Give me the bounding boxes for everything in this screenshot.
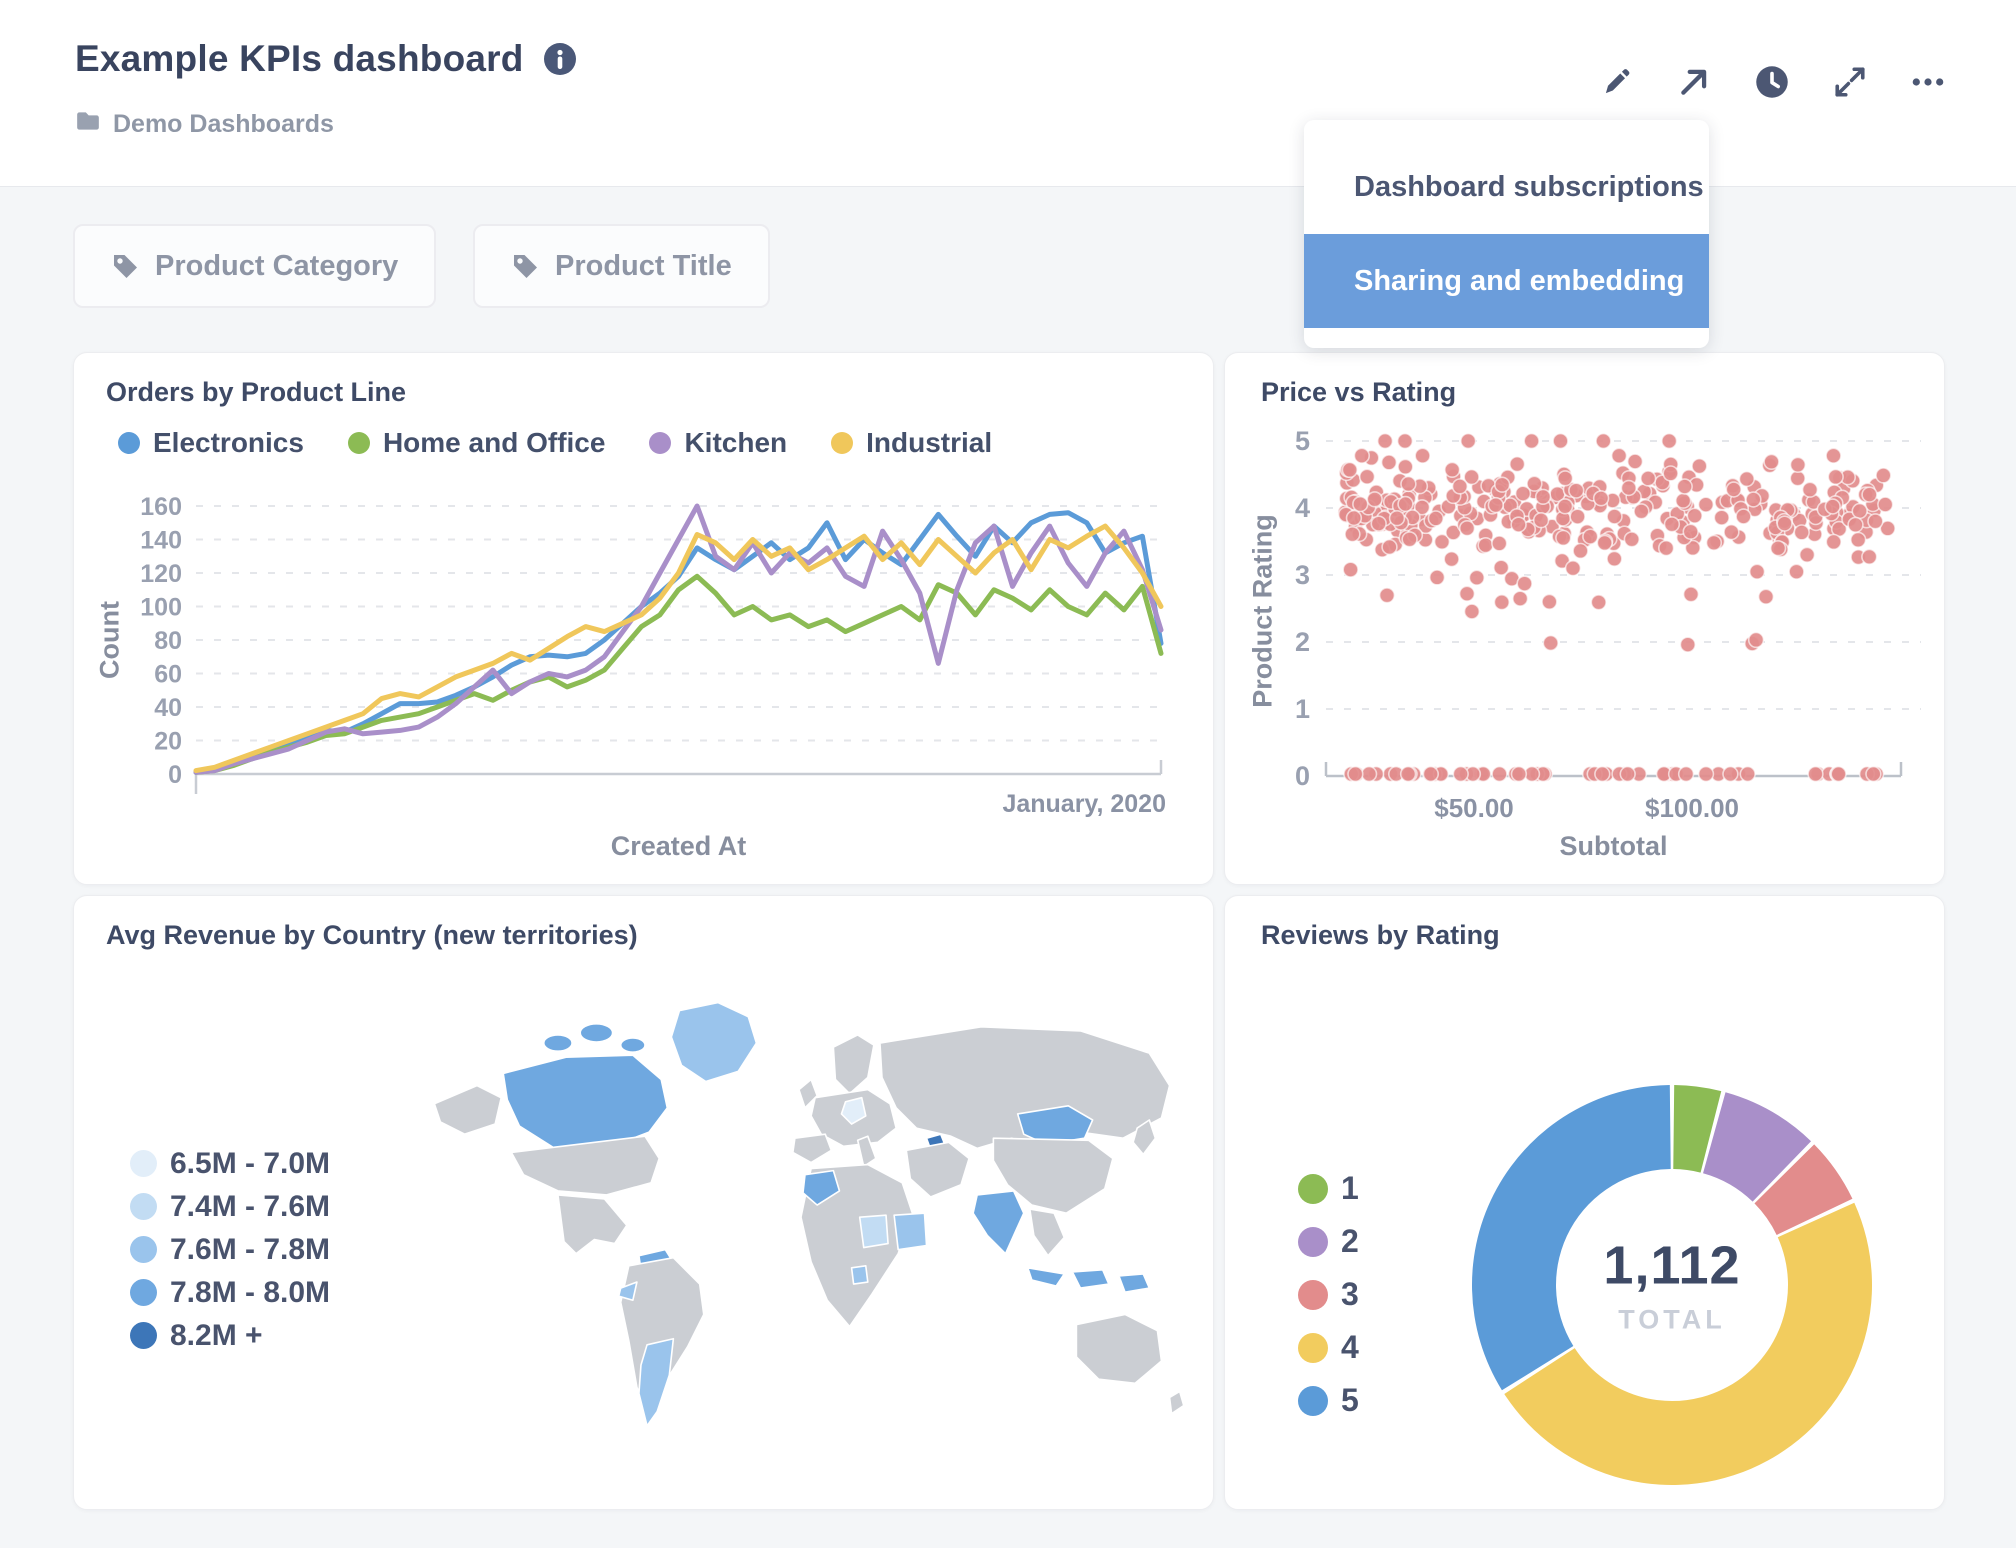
svg-text:80: 80 [154, 627, 182, 655]
bucket-dot [130, 1193, 157, 1220]
breadcrumb[interactable]: Demo Dashboards [75, 108, 334, 141]
pencil-icon [1605, 69, 1630, 94]
y-axis-title: Product Rating [1247, 514, 1278, 708]
share-button[interactable] [1676, 64, 1712, 100]
country-argentina[interactable] [638, 1337, 675, 1427]
country-new-zealand [1168, 1390, 1185, 1415]
filter-label: Product Category [155, 249, 399, 282]
menu-item-dashboard-subscriptions[interactable]: Dashboard subscriptions [1304, 140, 1709, 234]
legend-item-bucket-5[interactable]: 8.2M + [130, 1314, 330, 1357]
arctic-islands [619, 1037, 646, 1053]
card-reviews-by-rating: Reviews by Rating 1 2 3 4 5 1,112 TOTAL [1224, 895, 1945, 1510]
more-options-button[interactable] [1910, 64, 1946, 100]
reviews-donut-chart[interactable] [1225, 896, 1944, 1509]
card-orders-by-product-line: Orders by Product Line Electronics Home … [73, 352, 1214, 885]
filter-label: Product Title [555, 249, 732, 282]
country-australia [1075, 1313, 1163, 1385]
card-title[interactable]: Avg Revenue by Country (new territories) [106, 920, 638, 951]
price-rating-scatter-chart[interactable]: 0 1 2 3 4 5 [1225, 353, 1944, 884]
country-mexico [557, 1194, 628, 1255]
share-arrow-icon [1681, 69, 1707, 95]
x-axis-end-tick-label: January, 2020 [1002, 790, 1166, 818]
svg-text:20: 20 [154, 728, 182, 756]
app-header: Example KPIs dashboard Demo Dashboards [0, 0, 2016, 187]
svg-text:120: 120 [140, 560, 182, 588]
bucket-dot [130, 1322, 157, 1349]
header-actions [1598, 64, 1946, 100]
y-axis-title: Count [94, 601, 125, 679]
region-scandinavia [832, 1034, 875, 1095]
card-avg-revenue-by-country: Avg Revenue by Country (new territories)… [73, 895, 1214, 1510]
svg-text:60: 60 [154, 661, 182, 689]
country-papua-new-guinea[interactable] [1118, 1273, 1151, 1293]
clock-icon [1756, 66, 1788, 98]
x-tick-100: $100.00 [1645, 793, 1739, 823]
ellipsis-icon [1912, 78, 1944, 86]
legend-item-bucket-3[interactable]: 7.6M - 7.8M [130, 1228, 330, 1271]
svg-text:0: 0 [1295, 761, 1310, 791]
country-greenland[interactable] [670, 1001, 758, 1083]
svg-text:40: 40 [154, 694, 182, 722]
legend-item-bucket-2[interactable]: 7.4M - 7.6M [130, 1185, 330, 1228]
x-axis-title: Subtotal [1559, 831, 1668, 861]
country-indonesia[interactable] [1026, 1267, 1066, 1287]
country-ecuador[interactable] [617, 1281, 638, 1302]
world-map[interactable] [404, 984, 1204, 1496]
arctic-islands [579, 1022, 614, 1043]
country-alaska [433, 1084, 503, 1135]
svg-text:160: 160 [140, 493, 182, 521]
svg-text:4: 4 [1295, 493, 1310, 523]
svg-text:100: 100 [140, 594, 182, 622]
card-price-vs-rating: Price vs Rating 012345 Product Rating $5… [1224, 352, 1945, 885]
legend-item-bucket-1[interactable]: 6.5M - 7.0M [130, 1142, 330, 1185]
country-india[interactable] [972, 1190, 1025, 1255]
region-iberia [792, 1133, 833, 1164]
svg-text:5: 5 [1295, 426, 1310, 456]
page-title: Example KPIs dashboard [75, 38, 524, 79]
svg-text:2: 2 [1295, 627, 1310, 657]
share-menu: Dashboard subscriptions Sharing and embe… [1304, 120, 1709, 348]
fullscreen-button[interactable] [1832, 64, 1868, 100]
expand-icon [1835, 67, 1865, 97]
breadcrumb-label: Demo Dashboards [113, 110, 334, 138]
country-indonesia[interactable] [1071, 1269, 1110, 1289]
svg-text:0: 0 [168, 761, 182, 789]
country-usa [510, 1135, 660, 1196]
legend-item-bucket-4[interactable]: 7.8M - 8.0M [130, 1271, 330, 1314]
arctic-islands [542, 1034, 573, 1052]
filter-product-category[interactable]: Product Category [73, 224, 437, 308]
svg-text:3: 3 [1295, 560, 1310, 590]
bucket-dot [130, 1279, 157, 1306]
folder-icon [75, 108, 101, 141]
info-icon[interactable] [543, 43, 576, 75]
x-axis-title: Created At [610, 831, 747, 861]
bucket-dot [130, 1150, 157, 1177]
region-middle-east [905, 1141, 970, 1198]
region-se-asia [1029, 1208, 1066, 1257]
svg-text:1: 1 [1295, 694, 1310, 724]
map-legend: 6.5M - 7.0M 7.4M - 7.6M 7.6M - 7.8M 7.8M… [130, 1142, 330, 1357]
edit-dashboard-button[interactable] [1598, 64, 1634, 100]
tag-icon [114, 255, 137, 278]
history-button[interactable] [1754, 64, 1790, 100]
x-tick-50: $50.00 [1434, 793, 1514, 823]
filter-product-title[interactable]: Product Title [473, 224, 770, 308]
country-gabon[interactable] [850, 1265, 869, 1285]
tag-icon [514, 255, 537, 278]
menu-item-sharing-and-embedding[interactable]: Sharing and embedding [1304, 234, 1709, 328]
country-sudan[interactable] [893, 1212, 928, 1251]
svg-text:140: 140 [140, 527, 182, 555]
country-chad[interactable] [858, 1214, 889, 1249]
bucket-dot [130, 1236, 157, 1263]
